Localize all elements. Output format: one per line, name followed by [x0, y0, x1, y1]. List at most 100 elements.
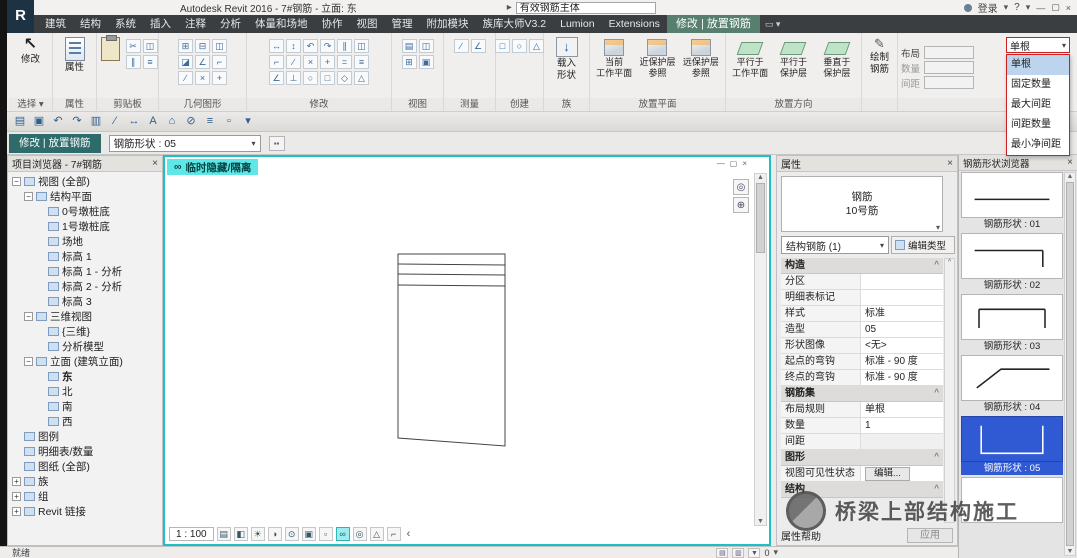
ribbon-minimize-toggle-icon[interactable]: ▭ ▾ — [765, 15, 781, 33]
close-icon[interactable]: × — [947, 158, 953, 169]
modify-tool-icon[interactable]: ◫ — [354, 39, 369, 53]
property-value[interactable]: 编辑... — [861, 466, 943, 481]
layout-combobox[interactable]: 单根 ▾ — [1006, 37, 1070, 53]
geometry-tool-icon[interactable]: ◫ — [212, 39, 227, 53]
close-icon[interactable]: × — [152, 158, 158, 169]
tree-item[interactable]: 标高 3 — [8, 294, 162, 309]
ribbon-tab[interactable]: 插入 — [143, 15, 178, 33]
temporary-hide-isolate-banner[interactable]: ∞ 临时隐藏/隔离 — [167, 159, 258, 175]
tree-item[interactable]: 西 — [8, 414, 162, 429]
print-icon[interactable]: ▥ — [88, 114, 104, 130]
property-value[interactable]: 标准 — [861, 306, 943, 321]
ribbon-tab[interactable]: 管理 — [385, 15, 420, 33]
panel-label-family[interactable]: 族 — [544, 98, 589, 111]
measure-tool-icon[interactable]: ∠ — [471, 39, 486, 53]
tree-item[interactable]: +Revit 链接 — [8, 504, 162, 519]
tree-item[interactable]: +组 — [8, 489, 162, 504]
property-value[interactable]: 标准 - 90 度 — [861, 354, 943, 369]
navigation-wheel-icon[interactable]: ◎ — [733, 179, 749, 195]
view-close-icon[interactable]: × — [742, 159, 747, 168]
temporary-hide-isolate-icon[interactable]: ∞ — [336, 527, 350, 541]
chevron-down-icon[interactable]: ▾ — [1026, 2, 1031, 13]
panel-label-placement-plane[interactable]: 放置平面 — [590, 98, 725, 111]
undo-icon[interactable]: ↶ — [50, 114, 66, 130]
panel-label-modify[interactable]: 修改 — [247, 98, 391, 111]
clipboard-tool-icon[interactable]: ≡ — [143, 55, 158, 69]
tree-expander-icon[interactable]: − — [24, 357, 33, 366]
modify-tool-icon[interactable]: ∕ — [286, 55, 301, 69]
layout-option[interactable]: 间距数量 — [1007, 115, 1069, 135]
tree-item[interactable]: 图纸 (全部) — [8, 459, 162, 474]
ribbon-tab[interactable]: 族库大师V3.2 — [476, 15, 554, 33]
collapse-icon[interactable]: ^ — [934, 386, 939, 401]
worksets-icon[interactable]: ▤ — [716, 548, 728, 558]
geometry-tool-icon[interactable]: ⌐ — [212, 55, 227, 69]
tree-item[interactable]: −视图 (全部) — [8, 174, 162, 189]
tree-item[interactable]: 东 — [8, 369, 162, 384]
scroll-up-icon[interactable]: ▲ — [757, 174, 764, 181]
geometry-tool-icon[interactable]: ∕ — [178, 71, 193, 85]
panel-label-clipboard[interactable]: 剪贴板 — [97, 98, 158, 111]
property-value[interactable] — [861, 434, 943, 449]
parallel-to-work-plane-button[interactable]: 平行于工作平面 — [729, 36, 771, 78]
rendering-icon[interactable]: ⊙ — [285, 527, 299, 541]
modify-tool-icon[interactable]: ↷ — [320, 39, 335, 53]
scale-indicator[interactable]: 1 : 100 — [169, 527, 214, 541]
drawing-area[interactable]: ∞ 临时隐藏/隔离 — ▢ × ◎ ⊕ ▲ ▼ 1 : 100 ▤◧☀◑⊙▣▫∞… — [163, 155, 771, 546]
ribbon-tab[interactable]: 视图 — [350, 15, 385, 33]
search-toggle-icon[interactable]: ▸ — [507, 2, 512, 13]
crop-view-icon[interactable]: ▣ — [302, 527, 316, 541]
type-selector-combobox[interactable]: 结构钢筋 (1) ▾ — [781, 236, 889, 254]
tree-expander-icon[interactable]: + — [12, 492, 21, 501]
ribbon-tab[interactable]: 结构 — [73, 15, 108, 33]
panel-label-placement-orientation[interactable]: 放置方向 — [726, 98, 861, 111]
tree-item[interactable]: 明细表/数量 — [8, 444, 162, 459]
chevron-down-icon[interactable]: ▾ — [773, 547, 778, 558]
contextual-tab[interactable]: 修改 | 放置钢筋 — [667, 15, 760, 33]
view-tool-icon[interactable]: ▤ — [402, 39, 417, 53]
near-cover-reference-button[interactable]: 近保护层参照 — [636, 36, 678, 78]
tree-item[interactable]: −立面 (建筑立面) — [8, 354, 162, 369]
modify-tool-button[interactable]: ↖ 修改 — [18, 36, 43, 66]
layout-option[interactable]: 最大间距 — [1007, 95, 1069, 115]
view-tool-icon[interactable]: ◫ — [419, 39, 434, 53]
chevron-down-icon[interactable]: ▾ — [1004, 2, 1009, 13]
close-inactive-windows-icon[interactable]: ▫ — [221, 114, 237, 130]
tree-expander-icon[interactable]: − — [24, 192, 33, 201]
modify-tool-icon[interactable]: □ — [320, 71, 335, 85]
modify-tool-icon[interactable]: △ — [354, 71, 369, 85]
section-icon[interactable]: ⊘ — [183, 114, 199, 130]
property-value[interactable]: <无> — [861, 338, 943, 353]
scrollbar-thumb[interactable] — [756, 183, 765, 253]
geometry-tool-icon[interactable]: ⊟ — [195, 39, 210, 53]
help-button[interactable]: ? — [1014, 2, 1020, 13]
geometry-tool-icon[interactable]: + — [212, 71, 227, 85]
ribbon-tab[interactable]: 分析 — [213, 15, 248, 33]
ribbon-tab[interactable]: Extensions — [602, 15, 667, 33]
visual-style-icon[interactable]: ◧ — [234, 527, 248, 541]
geometry-tool-icon[interactable]: × — [195, 71, 210, 85]
create-tool-icon[interactable]: △ — [529, 39, 544, 53]
sign-in-button[interactable]: 登录 — [978, 0, 998, 15]
options-extra-icon[interactable]: ▪▪ — [269, 136, 285, 151]
tree-item[interactable]: −三维视图 — [8, 309, 162, 324]
modify-tool-icon[interactable]: ∠ — [269, 71, 284, 85]
tree-item[interactable]: 图例 — [8, 429, 162, 444]
panel-label-properties[interactable]: 属性 — [53, 98, 96, 111]
modify-tool-icon[interactable]: ⌐ — [269, 55, 284, 69]
ribbon-tab[interactable]: 协作 — [315, 15, 350, 33]
ribbon-tab[interactable]: 体量和场地 — [248, 15, 315, 33]
user-interface-icon[interactable]: ▾ — [240, 114, 256, 130]
filter-icon[interactable]: ▼ — [748, 548, 760, 558]
tree-item[interactable]: 北 — [8, 384, 162, 399]
tree-expander-icon[interactable]: − — [12, 177, 21, 186]
shape-browser-scrollbar[interactable]: ▲ ▼ — [1064, 172, 1076, 556]
design-options-icon[interactable]: ▥ — [732, 548, 744, 558]
property-value[interactable]: 05 — [861, 322, 943, 337]
modify-tool-icon[interactable]: ↶ — [303, 39, 318, 53]
measure-icon[interactable]: ∕ — [107, 114, 123, 130]
layout-option[interactable]: 固定数量 — [1007, 75, 1069, 95]
property-group-header[interactable]: 图形^ — [781, 450, 943, 466]
search-box[interactable]: 有效钢筋主体 — [516, 2, 656, 14]
paste-button[interactable] — [98, 36, 123, 62]
